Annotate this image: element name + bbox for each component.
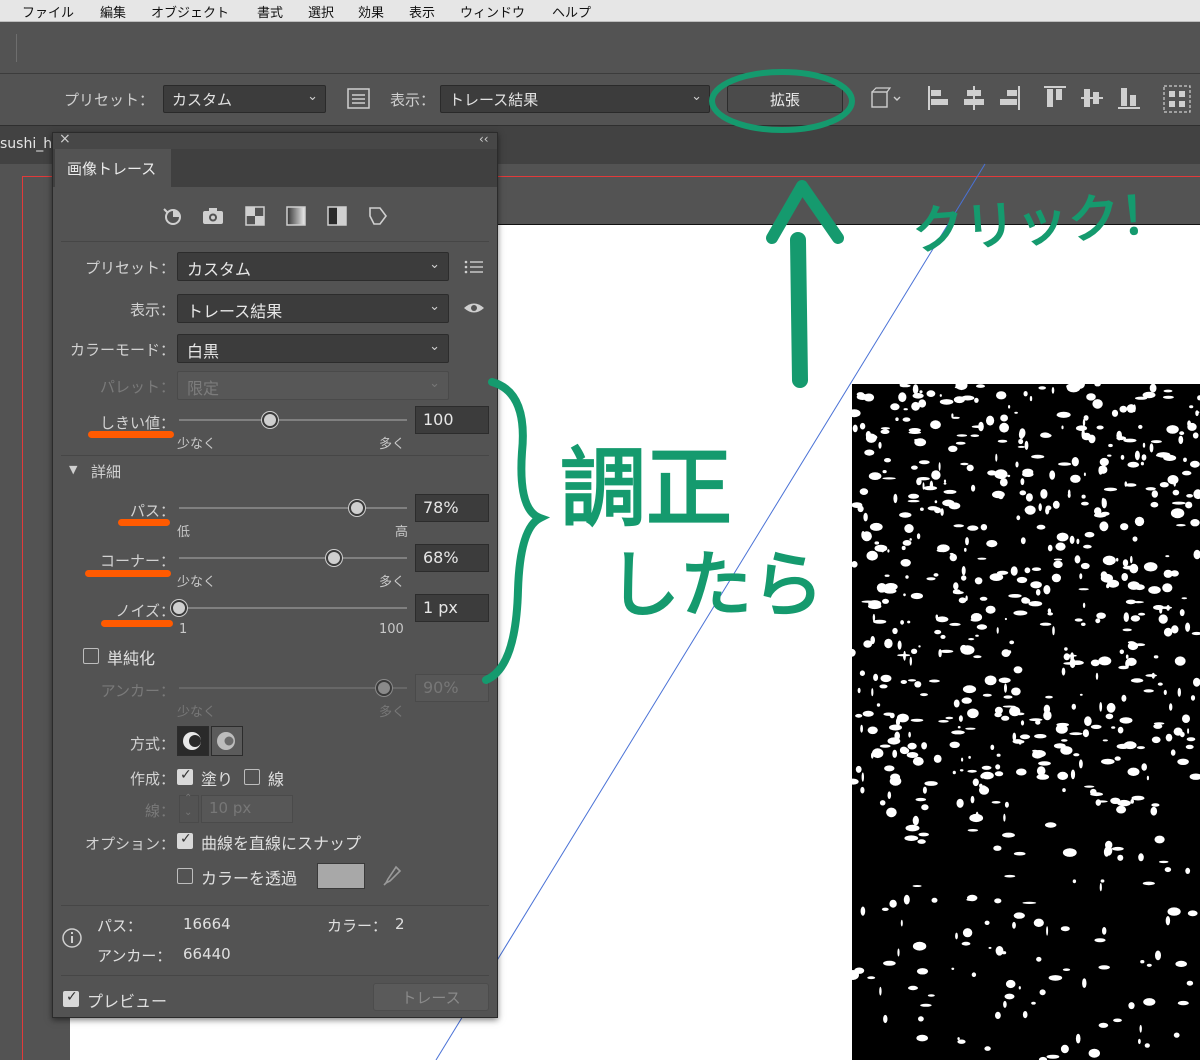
- color-mode-dropdown[interactable]: 白黒 ⌄: [177, 334, 449, 363]
- options-label: オプション：: [84, 835, 175, 853]
- stats-colors-value: 2: [395, 915, 405, 933]
- black-and-white-icon[interactable]: [325, 204, 349, 228]
- trace-button: トレース: [373, 983, 489, 1011]
- divider: [61, 905, 489, 906]
- panel-view-dropdown[interactable]: トレース結果 ⌄: [177, 294, 449, 323]
- paths-underline-annotation: [118, 519, 170, 526]
- stats-anchors-label: アンカー：: [97, 947, 172, 965]
- noise-max-label: 100: [379, 622, 404, 637]
- corners-min-label: 少なく: [177, 575, 217, 590]
- traced-image[interactable]: [852, 384, 1200, 1060]
- disclosure-triangle-icon[interactable]: ▼: [69, 463, 77, 476]
- panel-preset-label: プリセット：: [84, 259, 175, 277]
- eye-icon[interactable]: [462, 299, 486, 317]
- snap-curves-checkbox[interactable]: [177, 831, 193, 849]
- threshold-value-field[interactable]: 100: [415, 406, 489, 434]
- grayscale-icon[interactable]: [284, 204, 308, 228]
- threshold-slider-knob[interactable]: [262, 412, 279, 428]
- stroke-width-label: 線：: [144, 802, 175, 820]
- anchors-slider-track: [179, 687, 407, 689]
- palette-label: パレット：: [99, 378, 175, 396]
- anchors-max-label: 多く: [379, 705, 406, 720]
- threshold-label: しきい値：: [99, 414, 175, 432]
- fill-checkbox[interactable]: [177, 767, 193, 785]
- color-mode-label: カラーモード：: [69, 341, 175, 359]
- preset-menu-icon[interactable]: [463, 258, 485, 276]
- stats-anchors-value: 66440: [183, 945, 231, 963]
- noise-value-field[interactable]: 1 px: [415, 594, 489, 622]
- paths-min-label: 低: [177, 525, 191, 540]
- paths-max-label: 高: [395, 525, 409, 540]
- chevron-down-icon: ⌄: [429, 299, 440, 314]
- fill-label: 塗り: [201, 770, 234, 789]
- info-icon: [62, 928, 82, 948]
- snap-curves-label: 曲線を直線にスナップ: [201, 834, 362, 853]
- ignore-color-swatch[interactable]: [317, 863, 365, 889]
- palette-value: 限定: [187, 379, 220, 398]
- stroke-width-stepper: ⌃ ⌄: [179, 793, 199, 823]
- anchors-value-field: 90%: [415, 674, 489, 702]
- anchors-slider-knob: [376, 680, 393, 696]
- noise-slider-track[interactable]: [179, 607, 407, 609]
- threshold-underline-annotation: [88, 431, 174, 438]
- anchors-min-label: 少なく: [177, 705, 217, 720]
- chevron-down-icon: ⌄: [429, 257, 440, 272]
- preview-checkbox[interactable]: [63, 989, 79, 1007]
- divider: [61, 455, 489, 456]
- preview-label: プレビュー: [87, 992, 168, 1011]
- paths-value-field[interactable]: 78%: [415, 494, 489, 522]
- chevron-down-icon: ⌄: [429, 376, 440, 391]
- stroke-checkbox[interactable]: [244, 769, 260, 785]
- noise-label: ノイズ：: [115, 602, 175, 620]
- paths-slider-track[interactable]: [179, 507, 407, 509]
- divider: [61, 975, 489, 976]
- high-fidelity-photo-icon[interactable]: [201, 205, 225, 227]
- noise-underline-annotation: [101, 620, 173, 627]
- noise-slider-knob[interactable]: [171, 600, 187, 616]
- anchors-label: アンカー：: [100, 682, 175, 700]
- advanced-section-label[interactable]: 詳細: [91, 461, 121, 482]
- panel-preset-value: カスタム: [187, 260, 252, 279]
- panel-header[interactable]: × ‹‹: [53, 131, 497, 149]
- collapse-icon[interactable]: ‹‹: [479, 132, 489, 146]
- corners-value-field[interactable]: 68%: [415, 544, 489, 572]
- method-overlapping-button[interactable]: [211, 726, 243, 756]
- panel-tab-image-trace[interactable]: 画像トレース: [55, 149, 171, 187]
- threshold-slider-track[interactable]: [179, 419, 407, 421]
- corners-slider-track[interactable]: [179, 557, 407, 559]
- ignore-color-label: カラーを透過: [201, 869, 298, 888]
- outline-icon[interactable]: [366, 204, 390, 228]
- panel-view-label: 表示：: [129, 301, 175, 319]
- paths-slider-knob[interactable]: [348, 500, 365, 516]
- stroke-width-field: 10 px: [201, 795, 293, 823]
- stats-paths-value: 16664: [183, 915, 231, 933]
- threshold-min-label: 少なく: [177, 437, 217, 452]
- corners-slider-knob[interactable]: [326, 550, 343, 566]
- paths-label: パス：: [129, 502, 175, 520]
- color-mode-value: 白黒: [187, 342, 220, 361]
- auto-color-icon[interactable]: [161, 205, 185, 227]
- ignore-color-checkbox[interactable]: [177, 868, 193, 884]
- panel-view-value: トレース結果: [187, 302, 283, 321]
- simplify-checkbox[interactable]: [83, 648, 99, 664]
- stats-paths-label: パス：: [97, 917, 143, 935]
- low-fidelity-photo-icon[interactable]: [243, 204, 267, 228]
- stroke-label: 線: [268, 770, 285, 789]
- divider: [61, 241, 489, 242]
- palette-dropdown: 限定 ⌄: [177, 371, 449, 400]
- corners-label: コーナー：: [99, 552, 175, 570]
- close-icon[interactable]: ×: [59, 131, 71, 147]
- eyedropper-icon[interactable]: [381, 864, 403, 888]
- corners-underline-annotation: [85, 570, 171, 577]
- panel-preset-dropdown[interactable]: カスタム ⌄: [177, 252, 449, 281]
- threshold-max-label: 多く: [379, 437, 406, 452]
- noise-min-label: 1: [179, 622, 188, 637]
- create-label: 作成：: [129, 770, 175, 788]
- chevron-down-icon: ⌄: [429, 339, 440, 354]
- stats-colors-label: カラー：: [327, 917, 388, 935]
- method-label: 方式：: [129, 735, 175, 753]
- method-abutting-button[interactable]: [177, 726, 209, 756]
- simplify-label: 単純化: [107, 649, 156, 668]
- corners-max-label: 多く: [379, 575, 406, 590]
